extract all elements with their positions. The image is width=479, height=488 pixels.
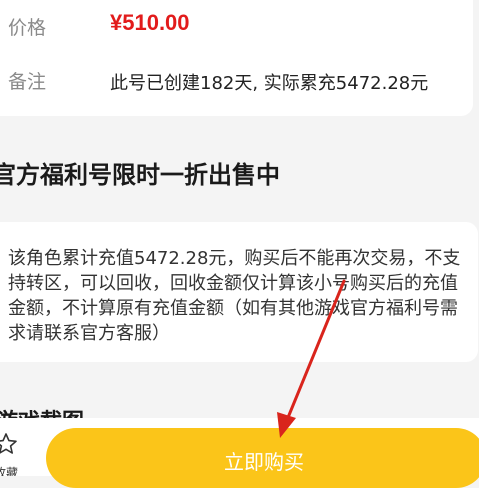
product-info-card: 价格 ¥510.00 备注 此号已创建182天, 实际累充5472.28元: [0, 0, 473, 116]
section-title: 官方福利号限时一折出售中: [0, 161, 280, 189]
favorite-label: 收藏: [0, 466, 19, 476]
price-label: 价格: [8, 17, 47, 39]
note-value: 此号已创建182天, 实际累充5472.28元: [110, 73, 429, 94]
description-text: 该角色累计充值5472.28元，购买后不能再次交易，不支持转区，可以回收，回收金…: [8, 248, 461, 344]
buy-now-label: 立即购买: [224, 452, 304, 474]
star-outline-icon: [0, 433, 17, 454]
favorite-button[interactable]: 收藏: [0, 428, 26, 476]
price-value: ¥510.00: [110, 10, 190, 35]
buy-now-button[interactable]: 立即购买: [46, 428, 479, 488]
description-card: 该角色累计充值5472.28元，购买后不能再次交易，不支持转区，可以回收，回收金…: [0, 222, 478, 362]
note-label: 备注: [8, 71, 47, 93]
